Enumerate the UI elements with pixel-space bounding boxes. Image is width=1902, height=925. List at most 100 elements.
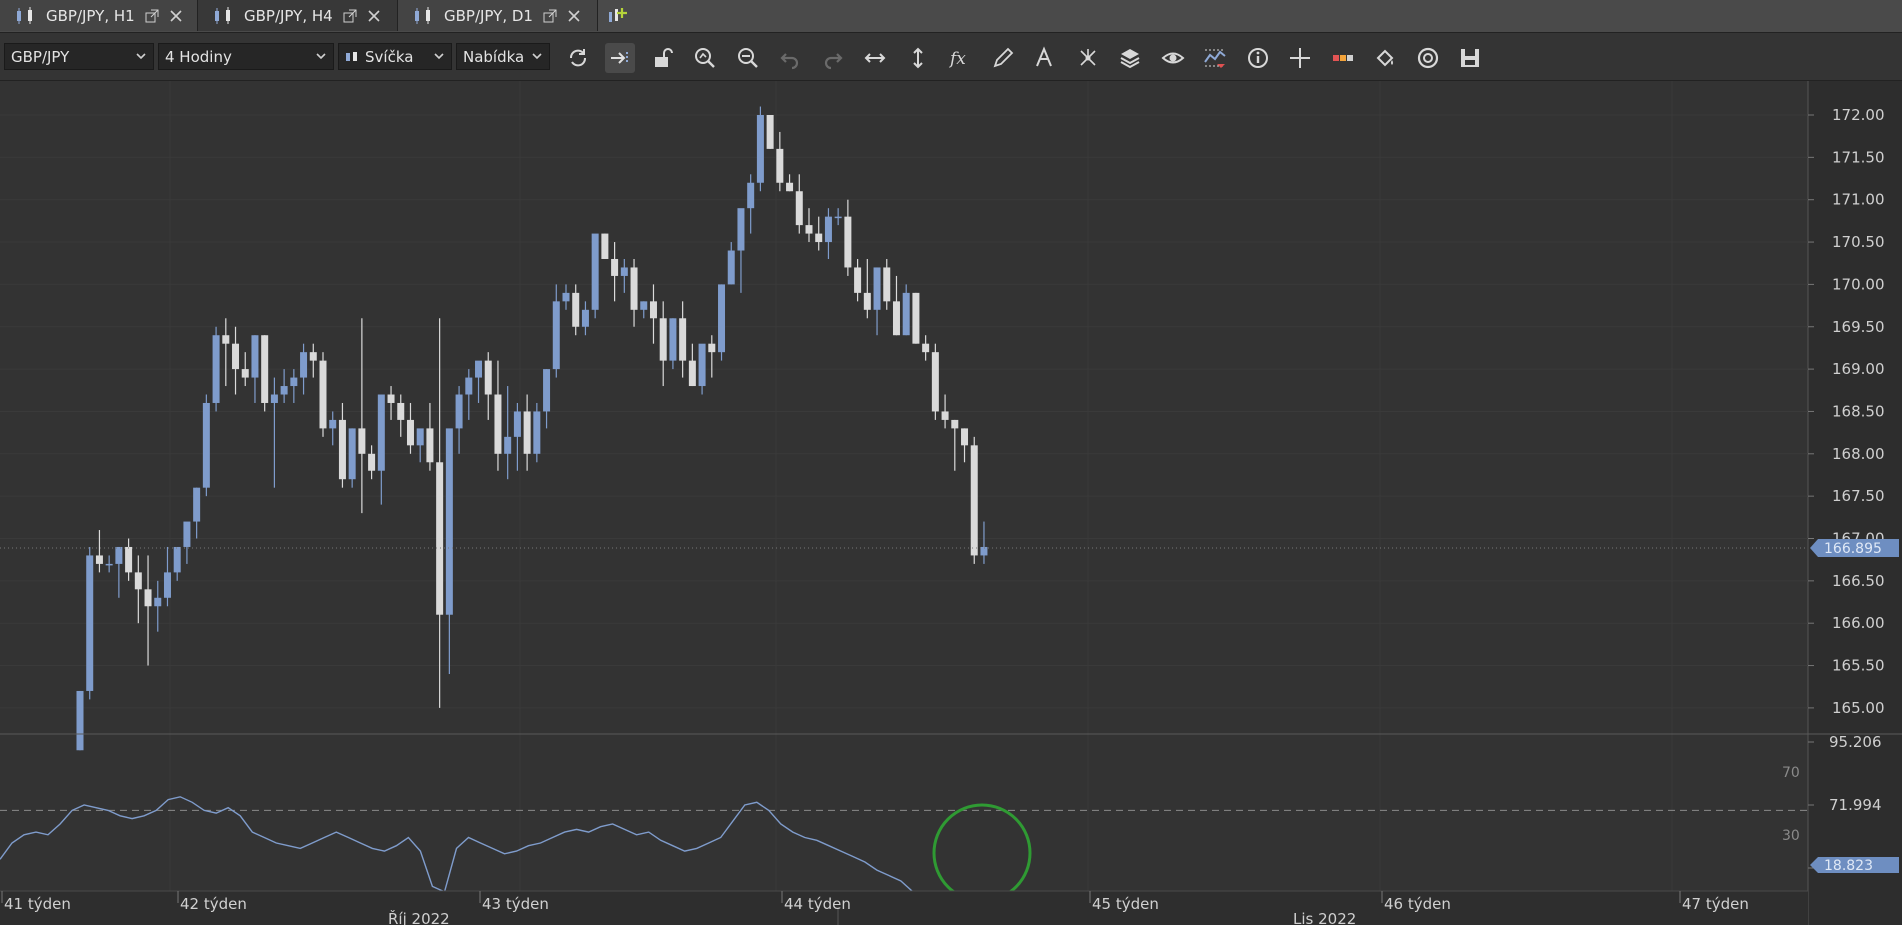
candle-body (698, 343, 706, 387)
price-tick-label: 166.00 (1832, 614, 1885, 632)
candle-body (902, 292, 910, 336)
candle-body (222, 335, 230, 344)
candle-body (718, 284, 726, 353)
crosshair-icon[interactable] (1285, 43, 1315, 73)
candle-body (961, 428, 969, 446)
candle-body (144, 589, 152, 607)
candlestick-icon (215, 6, 230, 24)
vertical-scale-icon[interactable] (903, 43, 933, 73)
close-icon[interactable] (567, 9, 581, 23)
lock-icon[interactable] (648, 43, 678, 73)
add-chart-tab-icon[interactable] (606, 4, 630, 28)
tab-label: GBP/JPY, D1 (444, 6, 533, 25)
tab-gbpjpy-d1[interactable]: GBP/JPY, D1 (398, 0, 598, 31)
week-label: 45 týden (1092, 895, 1159, 913)
candle-body (922, 343, 930, 353)
paint-bucket-icon[interactable] (1370, 43, 1400, 73)
price-tick-label: 165.00 (1832, 699, 1885, 717)
close-icon[interactable] (367, 9, 381, 23)
undo-icon[interactable] (775, 43, 805, 73)
candle-body (183, 521, 191, 547)
candle-body (105, 563, 113, 566)
candle-body (611, 258, 619, 276)
layers-icon[interactable] (1115, 43, 1145, 73)
candle-body (708, 343, 716, 353)
candle-body (270, 394, 278, 403)
candle-body (261, 335, 269, 403)
tab-gbpjpy-h1[interactable]: GBP/JPY, H1 (0, 0, 198, 31)
candle-body (931, 352, 939, 412)
candle-body (95, 555, 103, 564)
instrument-value: GBP/JPY (11, 47, 70, 66)
candle-body (251, 335, 259, 378)
candle-body (795, 191, 803, 226)
rsi-tick-label: 95.206 (1829, 733, 1882, 751)
price-chart[interactable]: 70 30 172.00 171.50 171.00 170.50 170.00 169.… (0, 81, 1902, 925)
tab-gbpjpy-h4[interactable]: GBP/JPY, H4 (198, 0, 398, 31)
popout-icon[interactable] (543, 9, 557, 23)
horizontal-scale-icon[interactable] (860, 43, 890, 73)
price-tick-label: 169.50 (1832, 318, 1885, 336)
candle-body (125, 546, 133, 573)
candle-body (504, 436, 512, 454)
candle-body (76, 690, 84, 751)
rsi-tick-label: 71.994 (1829, 796, 1882, 814)
price-tick-label: 171.00 (1832, 191, 1885, 209)
week-label: 43 týden (482, 895, 549, 913)
price-side-select[interactable]: Nabídka (456, 43, 550, 70)
candle-body (786, 182, 794, 192)
popout-icon[interactable] (145, 9, 159, 23)
candle-body (669, 318, 677, 361)
pencil-draw-icon[interactable] (988, 43, 1018, 73)
week-label: 46 týden (1384, 895, 1451, 913)
current-price-badge: 166.895 (1810, 539, 1899, 557)
text-tool-icon[interactable] (1030, 43, 1060, 73)
price-tick-label: 166.50 (1832, 572, 1885, 590)
period-select[interactable]: 4 Hodiny (158, 43, 334, 70)
zoom-in-icon[interactable] (690, 43, 720, 73)
alert-icon[interactable] (1200, 43, 1230, 73)
close-icon[interactable] (169, 9, 183, 23)
chevron-down-icon (136, 53, 146, 60)
theme-icon[interactable] (1328, 43, 1358, 73)
price-tick-label: 168.50 (1832, 402, 1885, 420)
candle-body (173, 546, 181, 573)
chevron-down-icon (434, 53, 444, 60)
candle-body (737, 208, 745, 251)
fx-indicators-icon[interactable]: fx (945, 43, 975, 73)
candle-body (86, 555, 94, 691)
current-price-value: 166.895 (1824, 541, 1882, 557)
zoom-out-icon[interactable] (733, 43, 763, 73)
save-icon[interactable] (1455, 43, 1485, 73)
auto-shift-icon[interactable] (605, 43, 635, 73)
chart-type-select[interactable]: Svíčka (338, 43, 452, 70)
camera-icon[interactable] (1413, 43, 1443, 73)
refresh-icon[interactable] (563, 43, 593, 73)
candle-body (475, 360, 483, 378)
price-tick-label: 170.50 (1832, 233, 1885, 251)
redo-icon[interactable] (818, 43, 848, 73)
info-icon[interactable] (1243, 43, 1273, 73)
candle-body (154, 597, 162, 607)
candlestick-icon (346, 51, 357, 61)
candle-body (513, 411, 521, 437)
candle-body (776, 148, 784, 183)
candle-body (630, 267, 638, 310)
candle-body (465, 377, 473, 395)
candle-body (883, 267, 891, 302)
instrument-select[interactable]: GBP/JPY (4, 43, 154, 70)
candle-body (581, 309, 589, 327)
month-label: Říj 2022 (388, 909, 450, 925)
eye-icon[interactable] (1158, 43, 1188, 73)
candle-body (329, 419, 337, 429)
pattern-icon[interactable] (1073, 43, 1103, 73)
candle-body (951, 419, 959, 429)
candle-body (484, 360, 492, 395)
tab-label: GBP/JPY, H4 (244, 6, 333, 25)
candle-body (436, 462, 444, 615)
candle-body (649, 301, 657, 319)
candle-body (679, 318, 687, 361)
popout-icon[interactable] (343, 9, 357, 23)
candle-body (844, 216, 852, 268)
candle-body (232, 343, 240, 370)
